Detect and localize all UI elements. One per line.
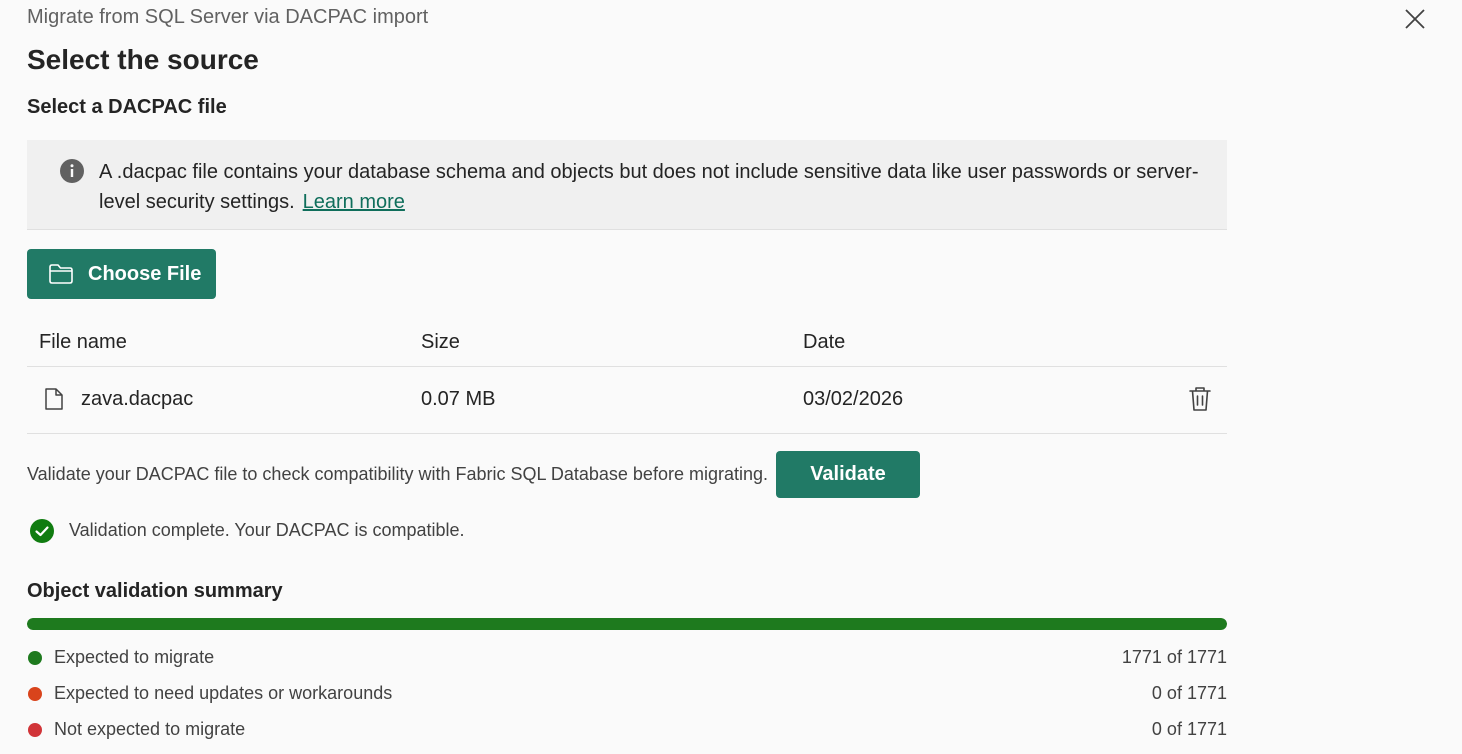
status-dot-green	[28, 651, 42, 665]
file-icon	[45, 388, 63, 410]
legend-count: 0 of 1771	[1151, 683, 1227, 703]
table-header: File name Size Date	[27, 318, 1227, 367]
info-bar: A .dacpac file contains your database sc…	[27, 140, 1227, 230]
summary-title: Object validation summary	[27, 580, 283, 602]
legend-count: 1771 of 1771	[1121, 647, 1227, 667]
legend-item-needs-updates: Expected to need updates or workarounds …	[27, 682, 1227, 706]
column-header-size: Size	[421, 331, 460, 353]
info-message: A .dacpac file contains your database sc…	[99, 161, 1199, 213]
column-header-date: Date	[803, 331, 846, 353]
page-title: Select the source	[27, 44, 259, 75]
folder-icon	[49, 264, 73, 284]
legend-label: Expected to migrate	[54, 647, 215, 667]
choose-file-label: Choose File	[88, 262, 202, 285]
section-label: Select a DACPAC file	[27, 96, 227, 118]
progress-fill	[27, 618, 1227, 630]
legend-count: 0 of 1771	[1151, 719, 1227, 739]
file-name-cell: zava.dacpac	[81, 388, 194, 410]
table-row: zava.dacpac 0.07 MB 03/02/2026	[27, 367, 1227, 434]
delete-file-button[interactable]	[1187, 385, 1213, 413]
column-header-file-name: File name	[39, 331, 127, 353]
legend-item-not-expected: Not expected to migrate 0 of 1771	[27, 718, 1227, 742]
validation-progress-bar	[27, 618, 1227, 630]
legend-item-expected: Expected to migrate 1771 of 1771	[27, 646, 1227, 670]
file-size-cell: 0.07 MB	[421, 388, 496, 410]
choose-file-button[interactable]: Choose File	[27, 249, 216, 299]
validation-status: Validation complete. Your DACPAC is comp…	[69, 520, 465, 540]
close-button[interactable]	[1400, 4, 1430, 34]
info-text: A .dacpac file contains your database sc…	[99, 157, 1209, 217]
validate-hint: Validate your DACPAC file to check compa…	[27, 464, 768, 484]
status-dot-orange	[28, 687, 42, 701]
file-date-cell: 03/02/2026	[803, 388, 904, 410]
close-icon	[1405, 9, 1425, 29]
legend-label: Not expected to migrate	[54, 719, 246, 739]
dialog-title: Migrate from SQL Server via DACPAC impor…	[27, 6, 429, 28]
migration-dialog: Migrate from SQL Server via DACPAC impor…	[0, 0, 1462, 754]
info-icon	[60, 159, 84, 183]
trash-icon	[1189, 387, 1211, 411]
validate-button[interactable]: Validate	[776, 451, 920, 498]
check-circle-icon	[30, 519, 54, 543]
status-dot-red	[28, 723, 42, 737]
file-table: File name Size Date zava.dacpac 0.07 MB …	[27, 318, 1227, 434]
legend-label: Expected to need updates or workarounds	[54, 683, 393, 703]
learn-more-link[interactable]: Learn more	[303, 191, 405, 213]
